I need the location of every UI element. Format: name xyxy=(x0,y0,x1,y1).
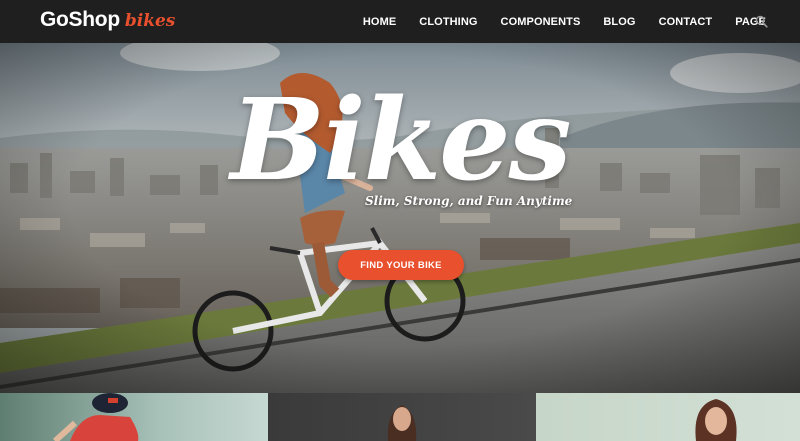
main-nav: HOME CLOTHING COMPONENTS BLOG CONTACT PA… xyxy=(363,0,766,43)
featured-products-strip xyxy=(0,393,800,441)
hero-title: Bikes xyxy=(230,75,571,206)
hero-tagline: Slim, Strong, and Fun Anytime xyxy=(365,194,573,208)
hero-banner: Bikes Slim, Strong, and Fun Anytime FIND… xyxy=(0,43,800,393)
featured-tile-woman-dark[interactable] xyxy=(268,393,536,441)
woman-photo-dark xyxy=(387,405,417,441)
woman-photo-light xyxy=(695,399,737,441)
find-your-bike-button[interactable]: FIND YOUR BIKE xyxy=(338,250,464,280)
search-icon[interactable] xyxy=(755,15,768,28)
nav-item-clothing[interactable]: CLOTHING xyxy=(419,16,477,28)
nav-item-contact[interactable]: CONTACT xyxy=(659,16,713,28)
nav-item-home[interactable]: HOME xyxy=(363,16,396,28)
nav-item-components[interactable]: COMPONENTS xyxy=(501,16,581,28)
logo-sub-text: bikes xyxy=(124,11,176,31)
logo-main-text: GoShop xyxy=(40,8,120,31)
featured-tile-woman-light[interactable] xyxy=(536,393,800,441)
featured-tile-cyclist[interactable] xyxy=(0,393,268,441)
site-header: GoShop bikes HOME CLOTHING COMPONENTS BL… xyxy=(0,0,800,43)
cyclist-photo xyxy=(52,393,139,441)
nav-item-blog[interactable]: BLOG xyxy=(603,16,635,28)
site-logo[interactable]: GoShop bikes xyxy=(40,8,175,34)
